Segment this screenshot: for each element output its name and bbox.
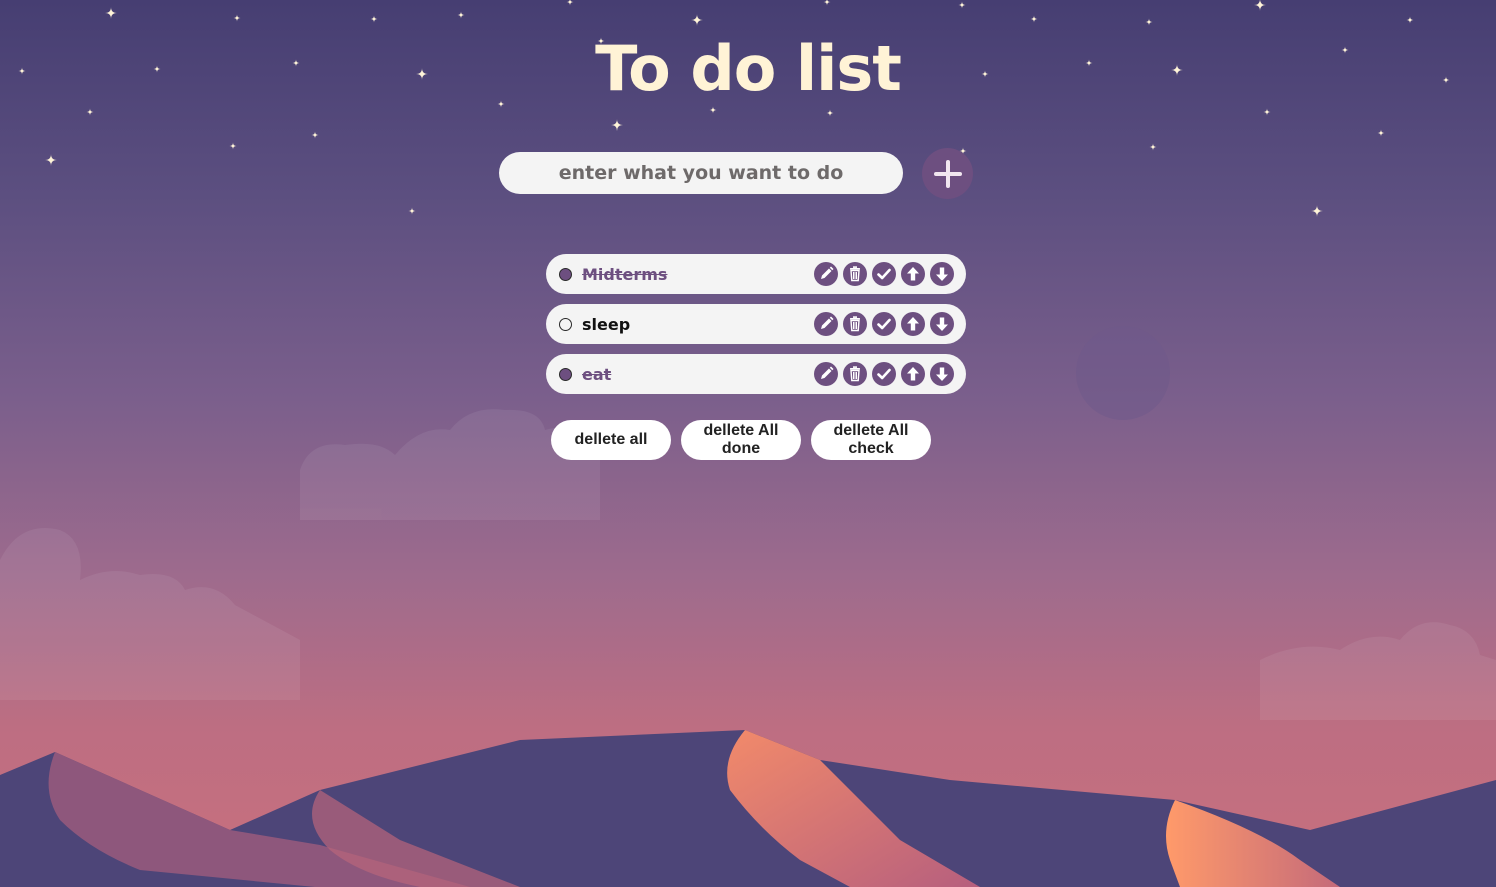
check-button[interactable] bbox=[872, 362, 896, 386]
add-task-button[interactable] bbox=[922, 148, 973, 199]
task-label: sleep bbox=[582, 314, 631, 334]
star-icon bbox=[958, 1, 966, 9]
star-icon bbox=[86, 108, 94, 116]
task-item: eat bbox=[546, 354, 966, 394]
star-icon bbox=[1377, 129, 1385, 137]
task-item: sleep bbox=[546, 304, 966, 344]
arrow-up-button[interactable] bbox=[901, 262, 925, 286]
pencil-button[interactable] bbox=[814, 262, 838, 286]
star-icon bbox=[566, 0, 574, 6]
arrow-down-icon bbox=[936, 317, 948, 331]
trash-icon bbox=[850, 316, 860, 332]
task-entry bbox=[499, 148, 979, 199]
arrow-down-button[interactable] bbox=[930, 312, 954, 336]
star-icon bbox=[826, 109, 834, 117]
arrow-up-icon bbox=[907, 267, 919, 281]
star-icon bbox=[229, 142, 237, 150]
task-label: eat bbox=[582, 364, 612, 384]
star-icon bbox=[370, 15, 378, 23]
task-input[interactable] bbox=[499, 152, 903, 194]
delete-all-done-button[interactable]: dellete All done bbox=[681, 420, 801, 460]
trash-button[interactable] bbox=[843, 362, 867, 386]
star-icon bbox=[1145, 18, 1153, 26]
arrow-up-button[interactable] bbox=[901, 362, 925, 386]
check-icon bbox=[877, 268, 891, 280]
arrow-down-icon bbox=[936, 367, 948, 381]
star-icon bbox=[457, 11, 465, 19]
bulk-actions: dellete all dellete All done dellete All… bbox=[551, 420, 931, 460]
star-icon bbox=[311, 131, 319, 139]
star-icon bbox=[1254, 0, 1266, 11]
pencil-button[interactable] bbox=[814, 312, 838, 336]
star-icon bbox=[691, 14, 703, 26]
check-button[interactable] bbox=[872, 262, 896, 286]
star-icon bbox=[1149, 143, 1157, 151]
arrow-down-button[interactable] bbox=[930, 362, 954, 386]
arrow-up-icon bbox=[907, 317, 919, 331]
pencil-icon bbox=[821, 266, 834, 279]
trash-button[interactable] bbox=[843, 312, 867, 336]
star-icon bbox=[1311, 205, 1323, 217]
arrow-up-button[interactable] bbox=[901, 312, 925, 336]
star-icon bbox=[1030, 15, 1038, 23]
check-icon bbox=[877, 318, 891, 330]
trash-button[interactable] bbox=[843, 262, 867, 286]
check-icon bbox=[877, 368, 891, 380]
star-icon bbox=[823, 0, 831, 6]
task-done-toggle[interactable] bbox=[559, 317, 572, 331]
task-actions bbox=[814, 312, 954, 336]
delete-all-check-button[interactable]: dellete All check bbox=[811, 420, 931, 460]
arrow-down-icon bbox=[936, 267, 948, 281]
task-actions bbox=[814, 362, 954, 386]
plus-icon bbox=[933, 159, 962, 188]
task-done-toggle[interactable] bbox=[559, 267, 572, 281]
delete-all-button[interactable]: dellete all bbox=[551, 420, 671, 460]
task-list: Midterms sleep eat bbox=[546, 254, 966, 404]
trash-icon bbox=[850, 366, 860, 382]
arrow-down-button[interactable] bbox=[930, 262, 954, 286]
task-label: Midterms bbox=[582, 264, 668, 284]
star-icon bbox=[233, 14, 241, 22]
star-icon bbox=[611, 119, 623, 131]
star-icon bbox=[408, 207, 416, 215]
star-icon bbox=[709, 106, 717, 114]
page-title: To do list bbox=[595, 32, 902, 105]
star-icon bbox=[1263, 108, 1271, 116]
star-icon bbox=[1406, 16, 1414, 24]
task-item: Midterms bbox=[546, 254, 966, 294]
pencil-icon bbox=[821, 366, 834, 379]
pencil-button[interactable] bbox=[814, 362, 838, 386]
trash-icon bbox=[850, 266, 860, 282]
star-icon bbox=[45, 154, 57, 166]
moon-icon bbox=[1076, 326, 1170, 420]
pencil-icon bbox=[821, 316, 834, 329]
dunes bbox=[0, 730, 1496, 887]
check-button[interactable] bbox=[872, 312, 896, 336]
star-icon bbox=[105, 7, 117, 19]
arrow-up-icon bbox=[907, 367, 919, 381]
task-done-toggle[interactable] bbox=[559, 367, 572, 381]
task-actions bbox=[814, 262, 954, 286]
